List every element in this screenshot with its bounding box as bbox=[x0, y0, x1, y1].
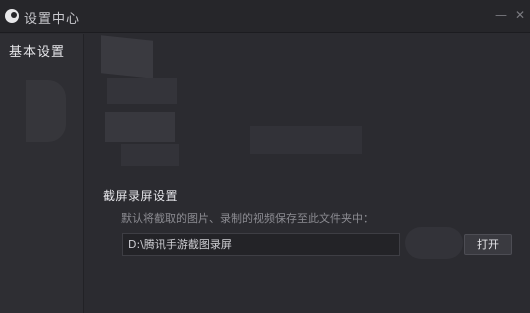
watermark-shape bbox=[121, 144, 179, 166]
watermark-shape bbox=[250, 126, 362, 154]
sidebar: 基本设置 bbox=[0, 34, 84, 313]
watermark-shape bbox=[405, 227, 463, 259]
sidebar-item-label: 基本设置 bbox=[9, 45, 66, 60]
title-bar: 设置中心 — ✕ bbox=[0, 0, 530, 33]
watermark-shape bbox=[105, 112, 175, 142]
section-title: 截屏录屏设置 bbox=[103, 189, 179, 203]
open-folder-button[interactable]: 打开 bbox=[464, 234, 512, 255]
close-icon[interactable]: ✕ bbox=[513, 8, 527, 22]
minimize-icon[interactable]: — bbox=[494, 8, 508, 22]
sidebar-item-basic-settings[interactable]: 基本设置 bbox=[0, 36, 84, 70]
settings-panel: 截屏录屏设置 默认将截取的图片、录制的视频保存至此文件夹中： D:\腾讯手游截图… bbox=[85, 34, 530, 313]
watermark-shape bbox=[101, 35, 153, 79]
app-logo-icon bbox=[5, 9, 19, 23]
window-title: 设置中心 bbox=[24, 12, 81, 27]
save-path-field[interactable]: D:\腾讯手游截图录屏 bbox=[122, 233, 400, 256]
section-description: 默认将截取的图片、录制的视频保存至此文件夹中： bbox=[121, 212, 374, 225]
sidebar-watermark bbox=[26, 80, 66, 142]
watermark-shape bbox=[107, 78, 177, 104]
